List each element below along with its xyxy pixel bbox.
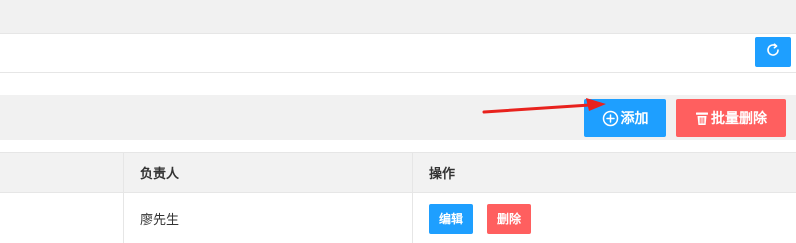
toolbar: 添加 批量删除 [0,95,796,140]
header-cell-blank [0,153,124,192]
row-cell-owner: 廖先生 [124,193,413,243]
batch-delete-button[interactable]: 批量删除 [676,99,786,137]
header-cell-actions: 操作 [429,167,456,182]
table-header: 负责人 操作 [0,153,796,193]
edit-button[interactable]: 编辑 [429,203,474,234]
trash-icon [695,111,709,126]
refresh-row [0,34,796,73]
row-cell-actions: 编辑 删除 [413,193,796,243]
delete-button[interactable]: 删除 [487,203,532,234]
refresh-icon [765,42,781,62]
top-bar [0,0,796,34]
table-row: 廖先生 编辑 删除 [0,193,796,243]
data-table: 负责人 操作 廖先生 编辑 删除 [0,152,796,243]
page: 添加 批量删除 负责人 操作 廖先生 编辑 删除 [0,0,796,243]
row-cell-blank [0,193,124,243]
plus-circle-icon [602,110,619,127]
header-cell-owner: 负责人 [124,153,413,192]
batch-delete-label: 批量删除 [711,111,767,127]
add-button-label: 添加 [620,111,649,127]
add-button[interactable]: 添加 [584,99,666,137]
refresh-button[interactable] [755,37,791,67]
